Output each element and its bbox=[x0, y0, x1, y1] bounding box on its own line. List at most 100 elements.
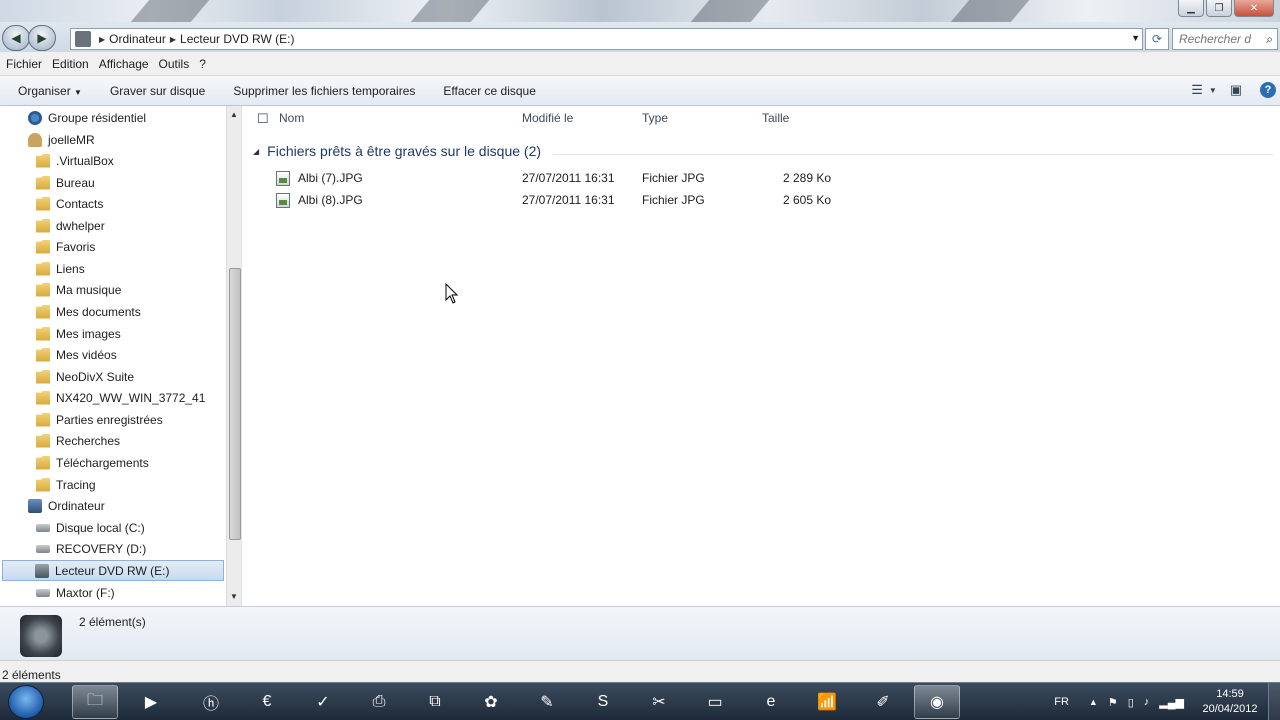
start-button[interactable] bbox=[8, 685, 44, 719]
nav-item-drive-e[interactable]: Lecteur DVD RW (E:) bbox=[2, 560, 224, 581]
breadcrumb-dvd-drive[interactable]: Lecteur DVD RW (E:) bbox=[180, 32, 294, 46]
address-bar[interactable]: ▶ Ordinateur ▶ Lecteur DVD RW (E:) ▼ bbox=[70, 28, 1143, 50]
nav-item-label: Favoris bbox=[56, 239, 96, 254]
nav-item-drive-f[interactable]: Maxtor (F:) bbox=[36, 582, 115, 603]
nav-item-user[interactable]: joelleMR bbox=[28, 129, 95, 150]
nav-item-tracing[interactable]: Tracing bbox=[36, 474, 96, 495]
group-header[interactable]: ◢ Fichiers prêts à être gravés sur le di… bbox=[253, 143, 541, 159]
nav-item-bureau[interactable]: Bureau bbox=[36, 172, 95, 193]
column-header-size[interactable]: Taille bbox=[762, 111, 789, 125]
volume-icon[interactable]: ♪ bbox=[1144, 696, 1150, 708]
burn-button[interactable]: Graver sur disque bbox=[96, 84, 219, 98]
clock[interactable]: 14:59 20/04/2012 bbox=[1194, 687, 1266, 717]
maximize-button[interactable]: ❐ bbox=[1206, 0, 1232, 17]
column-header-type[interactable]: Type bbox=[642, 111, 668, 125]
refresh-button[interactable]: ⟳ bbox=[1145, 28, 1169, 50]
folder-icon bbox=[36, 347, 50, 362]
nav-item-neodivx[interactable]: NeoDivX Suite bbox=[36, 366, 134, 387]
preview-pane-icon[interactable]: ▣ bbox=[1224, 80, 1248, 100]
language-indicator[interactable]: FR bbox=[1054, 696, 1069, 708]
erase-disc-button[interactable]: Effacer ce disque bbox=[429, 84, 550, 98]
menu-tools[interactable]: Outils bbox=[159, 57, 190, 71]
show-desktop-button[interactable] bbox=[1268, 683, 1280, 720]
bank-task[interactable]: € bbox=[244, 685, 290, 719]
view-options-icon[interactable]: ☰ ▼ bbox=[1191, 80, 1217, 100]
scrollbar-thumb[interactable] bbox=[229, 268, 241, 540]
chevron-right-icon[interactable]: ▶ bbox=[170, 35, 176, 44]
nav-item-computer[interactable]: Ordinateur bbox=[28, 495, 105, 516]
media-task[interactable]: ▶ bbox=[128, 685, 174, 719]
nav-item-mes-images[interactable]: Mes images bbox=[36, 323, 121, 344]
nav-item-telechargements[interactable]: Téléchargements bbox=[36, 452, 149, 473]
scroll-down-arrow[interactable]: ▼ bbox=[230, 592, 238, 601]
forward-button[interactable]: ▶ bbox=[28, 25, 56, 51]
nav-item-favoris[interactable]: Favoris bbox=[36, 236, 95, 257]
organize-button[interactable]: Organiser ▼ bbox=[0, 84, 96, 98]
nav-item-parties[interactable]: Parties enregistrées bbox=[36, 409, 163, 430]
check-task[interactable]: ✓ bbox=[300, 685, 346, 719]
nav-item-contacts[interactable]: Contacts bbox=[36, 193, 103, 214]
nav-item-mes-videos[interactable]: Mes vidéos bbox=[36, 344, 117, 365]
show-hidden-icons-icon[interactable]: ▲ bbox=[1089, 697, 1098, 707]
nav-item-drive-c[interactable]: Disque local (C:) bbox=[36, 517, 145, 538]
picasa-icon: ✿ bbox=[484, 694, 498, 711]
explorer-task[interactable]: 🗀 bbox=[72, 685, 118, 719]
network-icon[interactable]: ▂▄▆ bbox=[1159, 696, 1184, 709]
chevron-right-icon[interactable]: ▶ bbox=[99, 35, 105, 44]
search-icon[interactable]: ⌕ bbox=[1266, 32, 1273, 47]
file-name: Albi (8).JPG bbox=[298, 193, 363, 207]
organize-label: Organiser bbox=[18, 83, 71, 98]
power-icon[interactable]: ▯ bbox=[1128, 696, 1134, 709]
collapse-triangle-icon[interactable]: ◢ bbox=[253, 147, 259, 156]
folder-icon bbox=[36, 326, 50, 341]
nav-item-mes-documents[interactable]: Mes documents bbox=[36, 301, 141, 322]
nav-item-homegroup[interactable]: Groupe résidentiel bbox=[28, 107, 146, 128]
delete-temp-files-button[interactable]: Supprimer les fichiers temporaires bbox=[219, 84, 429, 98]
scroll-up-arrow[interactable]: ▲ bbox=[230, 110, 238, 119]
nav-item-label: Bureau bbox=[56, 175, 95, 190]
search-input[interactable] bbox=[1179, 32, 1251, 46]
nav-item-liens[interactable]: Liens bbox=[36, 258, 85, 279]
menu-file[interactable]: Fichier bbox=[6, 57, 42, 71]
pen-task[interactable]: ✎ bbox=[524, 685, 570, 719]
menu-help[interactable]: ? bbox=[199, 57, 206, 71]
back-button[interactable]: ◀ bbox=[2, 25, 30, 51]
scanner-task[interactable]: ⧉ bbox=[412, 685, 458, 719]
select-all-checkbox[interactable]: ☐ bbox=[257, 111, 269, 127]
menu-view[interactable]: Affichage bbox=[99, 57, 149, 71]
column-header-modified[interactable]: Modifié le bbox=[522, 111, 573, 125]
nav-scrollbar[interactable]: ▲ ▼ bbox=[226, 106, 241, 606]
help-button[interactable]: ? bbox=[1256, 80, 1280, 100]
nav-item-ma-musique[interactable]: Ma musique bbox=[36, 279, 121, 300]
minimize-button[interactable]: ▁ bbox=[1178, 0, 1204, 17]
breadcrumb-computer[interactable]: Ordinateur bbox=[109, 32, 166, 46]
printer-task[interactable]: ⎙ bbox=[356, 685, 402, 719]
tools-task[interactable]: ✂ bbox=[636, 685, 682, 719]
ie-task[interactable]: e bbox=[748, 685, 794, 719]
picasa-task[interactable]: ✿ bbox=[468, 685, 514, 719]
wireless-task[interactable]: 📶 bbox=[804, 685, 850, 719]
nav-item-nx420[interactable]: NX420_WW_WIN_3772_41 bbox=[36, 387, 205, 408]
menu-edit[interactable]: Edition bbox=[52, 57, 89, 71]
flag-icon[interactable]: ⚑ bbox=[1108, 696, 1118, 709]
monitor-task[interactable]: ▭ bbox=[692, 685, 738, 719]
nav-item-recherches[interactable]: Recherches bbox=[36, 430, 120, 451]
paint-task[interactable]: ✐ bbox=[860, 685, 906, 719]
clock-time: 14:59 bbox=[1216, 688, 1244, 700]
nav-item-dwhelper[interactable]: dwhelper bbox=[36, 215, 105, 236]
nav-item-drive-d[interactable]: RECOVERY (D:) bbox=[36, 538, 146, 559]
skype-task[interactable]: S bbox=[580, 685, 626, 719]
file-row[interactable]: Albi (7).JPG 27/07/2011 16:31 Fichier JP… bbox=[276, 168, 876, 188]
nav-item-label: Tracing bbox=[56, 477, 96, 492]
column-header-name[interactable]: Nom bbox=[279, 111, 304, 125]
firefox-task[interactable]: ◉ bbox=[914, 685, 960, 719]
nav-item-label: RECOVERY (D:) bbox=[56, 541, 147, 556]
chevron-down-icon[interactable]: ▼ bbox=[1131, 33, 1140, 43]
file-row[interactable]: Albi (8).JPG 27/07/2011 16:31 Fichier JP… bbox=[276, 190, 876, 210]
folder-icon bbox=[36, 282, 50, 297]
close-button[interactable]: ✕ bbox=[1234, 0, 1274, 17]
search-box[interactable]: ⌕ bbox=[1172, 28, 1278, 50]
nav-item-virtualbox[interactable]: .VirtualBox bbox=[36, 150, 114, 171]
hp-task[interactable]: ⓗ bbox=[188, 685, 234, 719]
user-folder-icon bbox=[28, 132, 42, 147]
